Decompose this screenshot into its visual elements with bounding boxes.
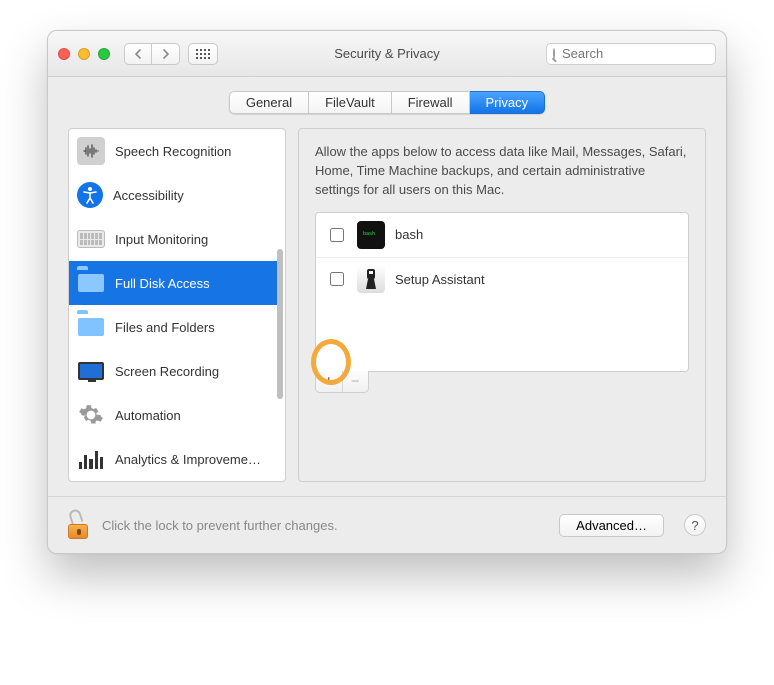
search-icon (553, 48, 555, 59)
sidebar-item-label: Full Disk Access (115, 276, 210, 291)
app-enable-checkbox[interactable] (330, 228, 344, 242)
footer: Click the lock to prevent further change… (48, 496, 726, 553)
tab-filevault[interactable]: FileVault (309, 91, 392, 114)
app-row[interactable]: bash bash (316, 213, 688, 257)
app-row[interactable]: Setup Assistant (316, 257, 688, 301)
bar-chart-icon (77, 445, 105, 473)
sidebar-item-automation[interactable]: Automation (69, 393, 277, 437)
sidebar-item-label: Input Monitoring (115, 232, 208, 247)
add-remove-control: + − (315, 371, 369, 393)
folder-icon (77, 313, 105, 341)
remove-button[interactable]: − (342, 371, 369, 392)
app-enable-checkbox[interactable] (330, 272, 344, 286)
forward-button[interactable] (152, 43, 180, 65)
description-text: Allow the apps below to access data like… (315, 143, 689, 200)
category-sidebar: Speech Recognition Accessibility Input M… (68, 128, 286, 482)
app-name: bash (395, 227, 423, 242)
sidebar-item-analytics[interactable]: Analytics & Improveme… (69, 437, 277, 481)
chevron-right-icon (161, 49, 170, 59)
minimize-window-button[interactable] (78, 48, 90, 60)
detail-panel: Allow the apps below to access data like… (298, 128, 706, 482)
terminal-icon: bash (357, 221, 385, 249)
sidebar-scrollbar[interactable] (277, 249, 283, 399)
sidebar-item-input-monitoring[interactable]: Input Monitoring (69, 217, 277, 261)
sidebar-item-label: Speech Recognition (115, 144, 231, 159)
tab-bar: General FileVault Firewall Privacy (48, 91, 726, 114)
back-button[interactable] (124, 43, 152, 65)
keyboard-icon (77, 225, 105, 253)
folder-icon (77, 269, 105, 297)
sidebar-item-label: Files and Folders (115, 320, 215, 335)
sidebar-item-screen-recording[interactable]: Screen Recording (69, 349, 277, 393)
sidebar-item-label: Automation (115, 408, 181, 423)
gear-icon (77, 401, 105, 429)
sidebar-item-accessibility[interactable]: Accessibility (69, 173, 277, 217)
waveform-icon (77, 137, 105, 165)
lock-button[interactable] (68, 511, 90, 539)
search-input[interactable] (560, 45, 727, 62)
sidebar-item-label: Accessibility (113, 188, 184, 203)
lock-hint-text: Click the lock to prevent further change… (102, 518, 547, 533)
window-controls (58, 48, 110, 60)
lock-body-icon (68, 524, 88, 539)
add-button[interactable]: + (316, 371, 342, 392)
titlebar: Security & Privacy (48, 31, 726, 77)
zoom-window-button[interactable] (98, 48, 110, 60)
app-list: bash bash Setup Assistant (315, 212, 689, 372)
sidebar-item-advertising[interactable]: Advertising (69, 481, 277, 482)
display-icon (77, 357, 105, 385)
app-name: Setup Assistant (395, 272, 485, 287)
sidebar-item-full-disk-access[interactable]: Full Disk Access (69, 261, 277, 305)
close-window-button[interactable] (58, 48, 70, 60)
lock-open-icon (68, 508, 84, 525)
setup-assistant-icon (357, 265, 385, 293)
sidebar-item-speech-recognition[interactable]: Speech Recognition (69, 129, 277, 173)
search-field[interactable] (546, 43, 716, 65)
tab-general[interactable]: General (229, 91, 309, 114)
sidebar-item-label: Screen Recording (115, 364, 219, 379)
preferences-window: Security & Privacy General FileVault Fir… (47, 30, 727, 554)
tab-firewall[interactable]: Firewall (392, 91, 470, 114)
svg-text:bash: bash (363, 231, 375, 237)
sidebar-item-files-and-folders[interactable]: Files and Folders (69, 305, 277, 349)
advanced-button[interactable]: Advanced… (559, 514, 664, 537)
chevron-left-icon (134, 49, 143, 59)
tab-privacy[interactable]: Privacy (470, 91, 546, 114)
sidebar-item-label: Analytics & Improveme… (115, 452, 261, 467)
help-button[interactable]: ? (684, 514, 706, 536)
content-area: Speech Recognition Accessibility Input M… (48, 114, 726, 496)
grid-icon (196, 49, 210, 59)
show-all-button[interactable] (188, 43, 218, 65)
accessibility-icon (77, 182, 103, 208)
nav-buttons (124, 43, 180, 65)
